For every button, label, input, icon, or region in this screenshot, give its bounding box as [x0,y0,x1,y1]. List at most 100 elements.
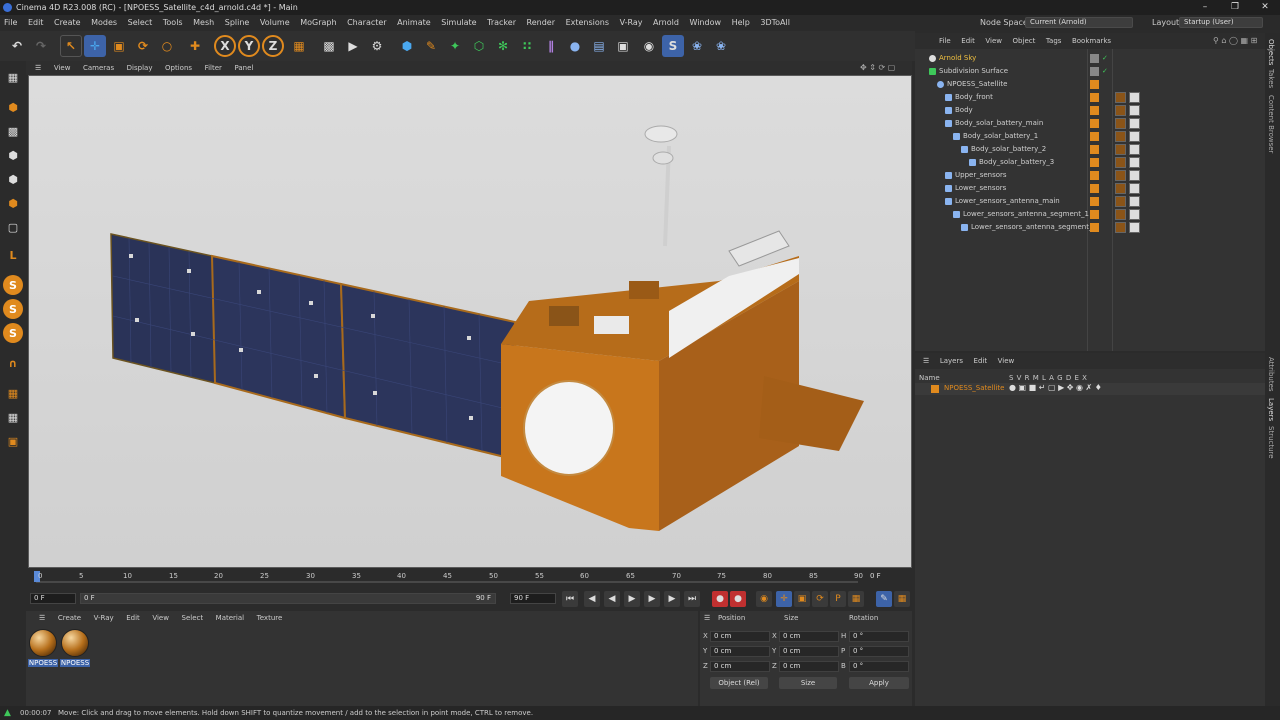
material-tag-icon[interactable] [1115,144,1126,155]
layer-color-swatch[interactable] [1090,184,1099,193]
menu-tracker[interactable]: Tracker [483,15,520,30]
material-menu-material[interactable]: Material [211,612,249,625]
uv-mode-icon[interactable]: ▢ [3,217,23,237]
object-row[interactable]: Lower_sensors_antenna_segment_2 [915,221,1265,234]
viewport-menu-panel[interactable]: Panel [229,61,258,75]
magnet-icon[interactable]: ∩ [3,353,23,373]
texture-tag-icon[interactable] [1129,222,1140,233]
maximize-button[interactable]: ❐ [1220,0,1250,15]
move-tool-icon[interactable]: ✛ [84,35,106,57]
pen-icon[interactable]: ✎ [420,35,442,57]
axis-mode-icon[interactable]: L [3,245,23,265]
material-tag-icon[interactable] [1115,170,1126,181]
layer-flag-icons[interactable]: ● ▣ ■ ↵ ▢ ▶ ✥ ◉ ✗ ♦ [1009,383,1102,392]
menu-vray[interactable]: V-Ray [616,15,647,30]
object-row[interactable]: Body_solar_battery_2 [915,143,1265,156]
enabled-check-icon[interactable]: ✓ [1102,52,1108,65]
menu-mesh[interactable]: Mesh [189,15,218,30]
layer-color-swatch[interactable] [1090,223,1099,232]
menu-create[interactable]: Create [50,15,85,30]
size-z-field[interactable]: 0 cm [779,661,839,672]
model-mode-icon[interactable]: ⬢ [3,97,23,117]
coordinate-system-icon[interactable]: ▦ [288,35,310,57]
close-button[interactable]: ✕ [1250,0,1280,15]
texture-tag-icon[interactable] [1129,157,1140,168]
python-icon[interactable]: ❀ [686,35,708,57]
texture-tag-icon[interactable] [1129,183,1140,194]
menu-render[interactable]: Render [523,15,559,30]
key-scale-icon[interactable]: ▣ [794,591,810,607]
layer-menu-edit[interactable]: Edit [970,353,992,369]
rotate-tool-icon[interactable]: ⟳ [132,35,154,57]
y-axis-toggle[interactable]: Y [238,35,260,57]
layer-color-swatch[interactable] [1090,132,1099,141]
object-menu-file[interactable]: File [935,33,955,49]
texture-tag-icon[interactable] [1129,105,1140,116]
render-settings-icon[interactable]: ⚙ [366,35,388,57]
menu-arnold[interactable]: Arnold [649,15,683,30]
layer-color-swatch[interactable] [1090,93,1099,102]
camera-icon[interactable]: ▣ [612,35,634,57]
material-swatch[interactable]: NPOESS [28,628,58,670]
object-row[interactable]: Body_solar_battery_1 [915,130,1265,143]
timeline-ruler[interactable]: 0 5 10 15 20 25 30 35 40 45 50 55 60 65 … [28,568,912,590]
texture-tag-icon[interactable] [1129,196,1140,207]
next-frame-icon[interactable]: ▶ [644,591,660,607]
field-icon[interactable]: ● [564,35,586,57]
live-selection-icon[interactable]: ↖ [60,35,82,57]
object-row[interactable]: Lower_sensors_antenna_main [915,195,1265,208]
viewport-nav-icon[interactable]: ✥ ⇕ ⟳ ▢ [860,61,895,75]
autokey-icon[interactable]: ● [730,591,746,607]
menu-select[interactable]: Select [124,15,157,30]
last-tool-icon[interactable]: ✚ [184,35,206,57]
menu-character[interactable]: Character [343,15,391,30]
menu-mograph[interactable]: MoGraph [296,15,340,30]
cloner-icon[interactable]: ✻ [492,35,514,57]
layer-color-swatch[interactable] [1090,171,1099,180]
material-menu-vray[interactable]: V-Ray [89,612,119,625]
material-menu-view[interactable]: View [147,612,174,625]
tab-structure[interactable]: Structure [1267,426,1275,459]
layer-color-swatch[interactable] [931,385,939,393]
redo-icon[interactable]: ↷ [30,35,52,57]
layer-toggle-icon[interactable] [1090,54,1099,63]
undo-icon[interactable]: ↶ [6,35,28,57]
layer-menu-layers[interactable]: Layers [936,353,967,369]
object-row[interactable]: Subdivision Surface ✓ [915,65,1265,78]
viewport-menu-display[interactable]: Display [122,61,158,75]
viewport-menu-cameras[interactable]: Cameras [78,61,119,75]
render-view-icon[interactable]: ▩ [318,35,340,57]
material-tag-icon[interactable] [1115,105,1126,116]
light-icon[interactable]: ◉ [638,35,660,57]
make-editable-icon[interactable]: ▦ [3,67,23,87]
edges-mode-icon[interactable]: ⬢ [3,169,23,189]
menu-help[interactable]: Help [728,15,754,30]
layer-toggle-icon[interactable] [1090,67,1099,76]
z-axis-toggle[interactable]: Z [262,35,284,57]
key-position-icon[interactable]: ✛ [776,591,792,607]
tab-content-browser[interactable]: Content Browser [1267,95,1275,153]
object-row[interactable]: Body [915,104,1265,117]
texture-tag-icon[interactable] [1129,170,1140,181]
python-script-icon[interactable]: ❀ [710,35,732,57]
snap-icon[interactable]: S [3,275,23,295]
key-parameter-icon[interactable]: P [830,591,846,607]
texture-tag-icon[interactable] [1129,131,1140,142]
tab-objects[interactable]: Objects [1267,39,1275,65]
layer-color-swatch[interactable] [1090,145,1099,154]
hamburger-icon[interactable]: ☰ [30,61,46,75]
layer-color-swatch[interactable] [1090,158,1099,167]
object-menu-view[interactable]: View [981,33,1006,49]
material-tag-icon[interactable] [1115,157,1126,168]
workplane-snap-icon[interactable]: S [3,323,23,343]
points-mode-icon[interactable]: ⬢ [3,145,23,165]
key-rotation-icon[interactable]: ⟳ [812,591,828,607]
menu-3dtoall[interactable]: 3DToAll [756,15,794,30]
menu-tools[interactable]: Tools [159,15,187,30]
layer-color-swatch[interactable] [1090,106,1099,115]
object-row[interactable]: Upper_sensors [915,169,1265,182]
texture-tag-icon[interactable] [1129,92,1140,103]
material-menu-edit[interactable]: Edit [121,612,145,625]
object-menu-object[interactable]: Object [1009,33,1040,49]
previous-key-icon[interactable]: ◀ [584,591,600,607]
